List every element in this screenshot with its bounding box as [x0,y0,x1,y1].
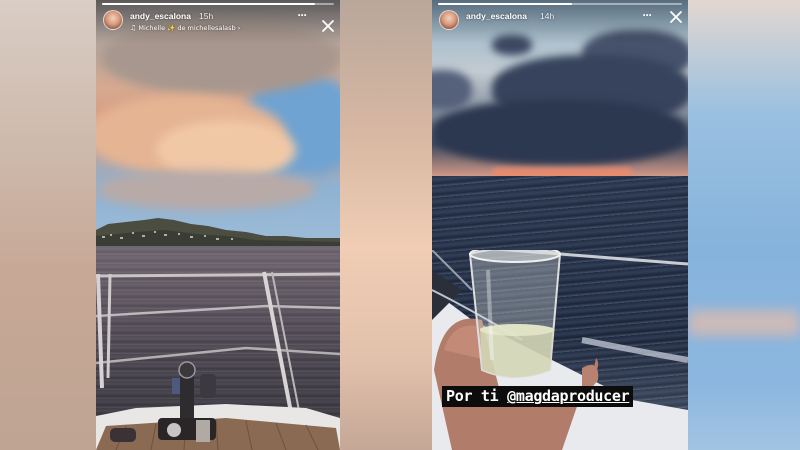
story-progress-fill [438,3,573,5]
boat-edge-and-glass [432,250,688,450]
story-progress-bar [102,3,334,5]
blurred-background-left [0,0,96,450]
storm-cloud [432,70,472,110]
username[interactable]: andy_escalona [466,11,527,21]
music-attribution[interactable]: ♫ Michelle ✨ de michellesalasb › [130,24,240,32]
story-progress-fill [102,3,316,5]
username[interactable]: andy_escalona [130,11,191,21]
music-icon: ♫ [130,24,137,32]
cloud [96,170,316,210]
mention-link[interactable]: @magdaproducer [507,387,630,405]
music-by-label: de [177,24,186,32]
blurred-background-middle [340,0,432,450]
more-icon[interactable]: ··· [639,9,655,24]
sparkle-emoji: ✨ [167,24,176,32]
boat-bow-railing [96,271,340,450]
caption-text: Por ti [446,387,499,405]
more-icon[interactable]: ··· [294,9,310,24]
post-time: 14h [540,11,555,21]
story-header: andy_escalona 14h ··· [432,0,688,44]
story-header: andy_escalona 15h ♫ Michelle ✨ de michel… [96,0,340,44]
close-icon[interactable] [320,18,336,34]
close-icon[interactable] [668,9,684,25]
post-time: 15h [199,11,214,21]
avatar[interactable] [103,10,123,30]
background-streak [688,310,800,336]
story-panel-2[interactable]: Por ti @magdaproducer andy_escalona 14h … [432,0,688,450]
caption-sticker[interactable]: Por ti @magdaproducer [442,386,634,407]
story-panel-1[interactable]: andy_escalona 15h ♫ Michelle ✨ de michel… [96,0,340,450]
coastline-hills [96,218,340,250]
music-artist: Michelle [138,24,166,32]
story-progress-bar [438,3,682,5]
music-source: michellesalasb [187,24,236,32]
chevron-right-icon: › [237,24,241,32]
storm-cloud [432,100,688,165]
avatar[interactable] [439,10,459,30]
blurred-background-right [688,0,800,450]
